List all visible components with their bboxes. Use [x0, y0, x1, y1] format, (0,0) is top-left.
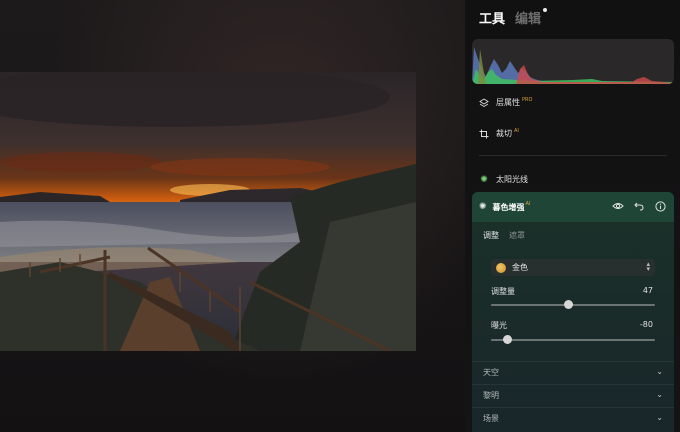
menu-layer-properties-label: 层属性 [496, 98, 520, 107]
photo-illustration [0, 72, 416, 351]
amount-slider-label: 调整量 [491, 287, 515, 296]
ai-badge: AI [514, 127, 519, 134]
amount-slider-thumb[interactable] [564, 300, 574, 309]
menu-crop[interactable]: 裁切 AI [479, 128, 519, 139]
exposure-slider-label: 曝光 [491, 321, 507, 330]
chevron-down-icon: ⌄ [656, 367, 663, 376]
pro-badge: PRO [522, 96, 533, 103]
menu-sunlight[interactable]: ✺ 太阳光线 [479, 174, 528, 185]
tone-select[interactable]: 金色 ▴ ▾ [491, 259, 655, 276]
subtab-adjust[interactable]: 调整 [483, 230, 499, 241]
card-subtabs: 调整 遮罩 [483, 230, 525, 241]
eye-icon[interactable] [612, 200, 624, 212]
info-icon[interactable] [654, 200, 666, 212]
histogram-graph [472, 47, 674, 84]
photo-canvas-area [0, 0, 465, 432]
menu-divider [479, 155, 667, 156]
dusk-enhance-header[interactable]: ✺ 暮色增强 AI [472, 192, 674, 222]
section-sky[interactable]: 天空 ⌄ [472, 361, 674, 383]
chevron-down-icon: ⌄ [656, 390, 663, 399]
updown-chevron-icon: ▴ ▾ [646, 260, 650, 273]
section-dawn[interactable]: 黎明 ⌄ [472, 384, 674, 406]
amount-slider[interactable] [491, 300, 655, 309]
amount-slider-value[interactable]: 47 [643, 286, 653, 295]
menu-crop-label: 裁切 [496, 129, 512, 138]
section-scene[interactable]: 场景 ⌄ [472, 407, 674, 429]
tab-tools[interactable]: 工具 [479, 8, 505, 27]
undo-icon[interactable] [633, 200, 645, 212]
layers-icon [479, 97, 489, 108]
crop-icon [479, 129, 489, 139]
section-dawn-label: 黎明 [483, 391, 499, 400]
subtab-mask[interactable]: 遮罩 [509, 230, 525, 241]
section-sky-label: 天空 [483, 368, 499, 377]
dusk-ai-badge: AI [525, 201, 531, 207]
gold-swatch [496, 262, 506, 273]
sun-rays-icon: ✺ [480, 174, 488, 185]
exposure-slider[interactable] [491, 335, 655, 344]
tab-edit[interactable]: 编辑 [515, 8, 548, 27]
card-header-icons [612, 200, 666, 212]
tone-select-value: 金色 [512, 263, 528, 272]
chevron-down-icon: ⌄ [656, 413, 663, 422]
exposure-slider-value[interactable]: -80 [640, 320, 653, 329]
menu-layer-properties[interactable]: 层属性 PRO [479, 97, 532, 108]
notification-dot [543, 8, 548, 12]
sunset-photo[interactable] [0, 72, 416, 351]
panel-tabs: 工具 编辑 [479, 8, 548, 27]
section-scene-label: 场景 [483, 414, 499, 423]
tab-edit-label: 编辑 [515, 12, 542, 27]
sun-icon: ✺ [479, 202, 487, 212]
menu-sunlight-label: 太阳光线 [496, 175, 528, 184]
histogram [472, 39, 674, 84]
dusk-enhance-title: 暮色增强 [492, 202, 525, 212]
